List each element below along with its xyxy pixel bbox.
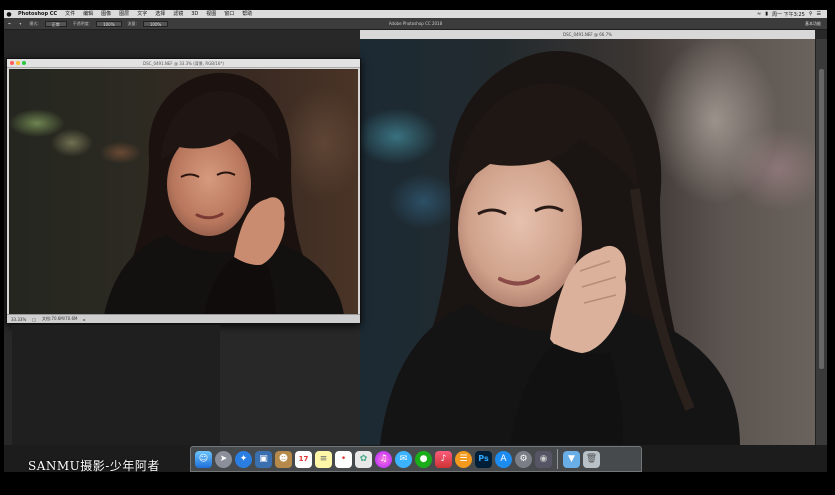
notes-icon[interactable]: ≡	[315, 450, 332, 468]
zoom-level[interactable]: 33.33%	[11, 317, 26, 322]
apple-icon[interactable]: ●	[4, 11, 14, 18]
spotlight-icon[interactable]: ⚲	[809, 11, 813, 17]
downloads-folder-icon[interactable]: ▼	[563, 450, 580, 468]
menu-view[interactable]: 视图	[202, 10, 220, 18]
menu-type[interactable]: 文字	[133, 10, 151, 18]
dark-panel	[12, 325, 220, 445]
right-document-window: DSC_0491.NEF @ 66.7%	[360, 30, 815, 445]
trash-icon[interactable]: 🗑	[583, 450, 600, 468]
left-window-title: DSC_0491.NEF @ 33.3% (背景, RGB/16*)	[143, 60, 224, 66]
options-bar: ✒ ▾ 模式: 正常 不透明度: 100% 流量: 100% Adobe Pho…	[4, 18, 827, 30]
photoshop-icon[interactable]: Ps	[475, 450, 492, 468]
launchpad-icon[interactable]: ➤	[215, 450, 232, 468]
flow-label: 流量:	[127, 20, 137, 26]
left-document-canvas[interactable]	[9, 69, 358, 315]
photos-icon[interactable]: ✿	[355, 450, 372, 468]
preview-icon[interactable]: ▣	[255, 450, 272, 468]
dock: ☺ ➤ ✦ ▣ ☻ 17 ≡ • ✿ ♫ ✉ ● ♪ ☰ Ps A ⚙ ◉ ▼ …	[190, 446, 642, 472]
menu-image[interactable]: 图像	[97, 10, 115, 18]
wechat-icon[interactable]: ●	[415, 450, 432, 468]
zoom-icon[interactable]	[22, 61, 26, 65]
contacts-icon[interactable]: ☻	[275, 450, 292, 468]
safari-icon[interactable]: ✦	[235, 450, 252, 468]
left-window-titlebar[interactable]: DSC_0491.NEF @ 33.3% (背景, RGB/16*)	[7, 59, 360, 68]
notification-icon[interactable]: ☰	[817, 11, 821, 17]
music-icon[interactable]: ♪	[435, 450, 452, 468]
document-area: DSC_0491.NEF @ 66.7% DSC_0491.NEF @ 33.3…	[4, 30, 827, 445]
menu-bar: ● Photoshop CC 文件 编辑 图像 图层 文字 选择 滤镜 3D 视…	[4, 10, 827, 18]
system-preferences-icon[interactable]: ⚙	[515, 450, 532, 468]
mode-select[interactable]: 正常	[44, 20, 67, 27]
battery-icon[interactable]: ▮	[765, 11, 768, 17]
menu-extras: ≈ ▮ 周一 下午3:25 ⚲ ☰	[757, 11, 827, 18]
dock-separator	[557, 449, 558, 469]
flow-field[interactable]: 100%	[142, 20, 169, 27]
portrait-photo-small	[104, 72, 344, 315]
brush-tool-icon[interactable]: ✒	[4, 21, 15, 26]
menu-window[interactable]: 窗口	[220, 10, 238, 18]
workspace-switcher[interactable]: 基本功能	[805, 21, 827, 27]
share-icon[interactable]: □	[32, 317, 36, 322]
app-store-icon[interactable]: A	[495, 450, 512, 468]
window-controls	[7, 61, 26, 65]
scrollbar-thumb[interactable]	[819, 69, 824, 369]
menu-help[interactable]: 帮助	[238, 10, 256, 18]
status-menu-icon[interactable]: ▸	[83, 317, 85, 322]
opacity-label: 不透明度:	[72, 20, 91, 26]
document-info[interactable]: 文档:70.6M/70.6M	[42, 316, 77, 322]
wifi-icon[interactable]: ≈	[757, 11, 761, 17]
reminders-icon[interactable]: •	[335, 450, 352, 468]
menu-filter[interactable]: 滤镜	[169, 10, 187, 18]
watermark-text: SANMU摄影-少年阿者	[28, 459, 160, 472]
menu-edit[interactable]: 编辑	[79, 10, 97, 18]
calendar-icon[interactable]: 17	[295, 450, 312, 468]
clock-text[interactable]: 周一 下午3:25	[772, 11, 805, 18]
menu-app-name[interactable]: Photoshop CC	[14, 10, 61, 18]
right-scrollbar[interactable]	[815, 39, 827, 445]
right-document-canvas[interactable]	[360, 39, 815, 445]
screen: ● Photoshop CC 文件 编辑 图像 图层 文字 选择 滤镜 3D 视…	[4, 10, 827, 472]
ibooks-icon[interactable]: ☰	[455, 450, 472, 468]
mode-label: 模式:	[29, 20, 39, 26]
right-document-tab[interactable]: DSC_0491.NEF @ 66.7%	[360, 30, 815, 39]
finder-icon[interactable]: ☺	[195, 450, 212, 468]
menu-3d[interactable]: 3D	[187, 10, 202, 18]
minimize-icon[interactable]	[16, 61, 20, 65]
close-icon[interactable]	[10, 61, 14, 65]
image-capture-icon[interactable]: ◉	[535, 450, 552, 468]
left-document-window[interactable]: DSC_0491.NEF @ 33.3% (背景, RGB/16*) 33.33…	[6, 58, 361, 324]
menu-layer[interactable]: 图层	[115, 10, 133, 18]
portrait-photo-large	[380, 50, 740, 445]
brush-preset-picker[interactable]: ▾	[15, 21, 25, 26]
menu-file[interactable]: 文件	[61, 10, 79, 18]
left-window-statusbar: 33.33% □ 文档:70.6M/70.6M ▸	[7, 314, 360, 323]
menu-select[interactable]: 选择	[151, 10, 169, 18]
opacity-field[interactable]: 100%	[96, 20, 122, 27]
itunes-icon[interactable]: ♫	[375, 450, 392, 468]
messages-icon[interactable]: ✉	[395, 450, 412, 468]
